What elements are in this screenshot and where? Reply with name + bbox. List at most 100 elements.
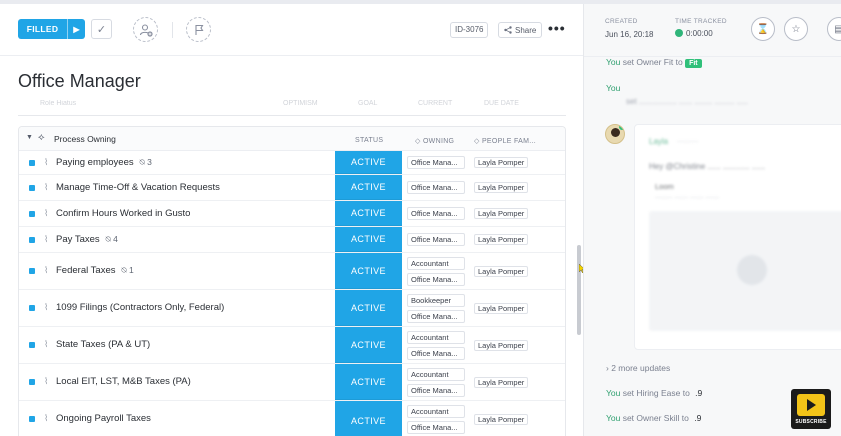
column-header-status[interactable]: STATUS: [355, 137, 383, 144]
task-id-badge[interactable]: ID-3076: [450, 22, 489, 38]
group-title[interactable]: Process Owning: [54, 134, 116, 144]
owning-cell[interactable]: Office Mana...: [407, 156, 465, 169]
time-tracked-value[interactable]: 0:00:00: [675, 29, 713, 38]
people-cell[interactable]: Layla Pomper: [474, 156, 532, 168]
status-cell[interactable]: ACTIVE: [335, 151, 402, 174]
owning-cell[interactable]: Office Mana...: [407, 233, 465, 246]
people-cell[interactable]: Layla Pomper: [474, 413, 532, 425]
table-row[interactable]: ⌇ State Taxes (PA & UT) ACTIVE Accountan…: [19, 327, 565, 364]
task-name[interactable]: Ongoing Payroll Taxes: [56, 413, 151, 424]
activity-text: set Hiring Ease to: [620, 388, 693, 398]
table-row[interactable]: ⌇ Pay Taxes ⍉ 4 ACTIVE Office Mana... Lay…: [19, 227, 565, 253]
next-status-arrow-icon[interactable]: ▶: [67, 19, 85, 39]
section-divider: [18, 115, 566, 116]
status-dot: [29, 160, 35, 166]
more-updates-link[interactable]: › 2 more updates: [606, 363, 670, 373]
subtask-icon: ⌇: [44, 376, 49, 386]
status-dot: [29, 268, 35, 274]
subtask-icon: ⌇: [44, 182, 49, 192]
owning-tag: Office Mana...: [407, 347, 465, 360]
priority-flag-icon[interactable]: [186, 17, 211, 42]
task-name[interactable]: Pay Taxes ⍉ 4: [56, 234, 118, 245]
status-cell[interactable]: ACTIVE: [335, 290, 402, 326]
time-tracked-text: 0:00:00: [686, 29, 713, 38]
scrollbar-thumb[interactable]: [577, 245, 581, 335]
page-title[interactable]: Office Manager: [18, 71, 141, 92]
share-button[interactable]: Share: [498, 22, 543, 38]
play-timer-icon[interactable]: [675, 29, 683, 37]
subscribe-text: SUBSCRIBE: [795, 419, 827, 425]
table-row[interactable]: ⌇ 1099 Filings (Contractors Only, Federa…: [19, 290, 565, 327]
person-tag: Layla Pomper: [474, 340, 529, 351]
video-embed[interactable]: [649, 211, 841, 331]
subtask-icon: ⌇: [44, 157, 49, 167]
subscribe-badge[interactable]: SUBSCRIBE: [791, 389, 831, 429]
relationship-icon: ⟡: [38, 132, 45, 143]
task-name-text: Paying employees: [56, 157, 134, 168]
owning-tag: Accountant: [407, 257, 465, 270]
people-cell[interactable]: Layla Pomper: [474, 181, 532, 193]
owning-cell[interactable]: Accountant Office Mana...: [407, 331, 465, 360]
column-header-people[interactable]: ◇ PEOPLE FAM...: [474, 137, 536, 145]
task-name[interactable]: State Taxes (PA & UT): [56, 339, 150, 350]
table-row[interactable]: ⌇ Federal Taxes ⍉ 1 ACTIVE Accountant Off…: [19, 253, 565, 290]
table-row[interactable]: ⌇ Paying employees ⍉ 3 ACTIVE Office Mana…: [19, 151, 565, 175]
person-tag: Layla Pomper: [474, 377, 529, 388]
table-row[interactable]: ⌇ Ongoing Payroll Taxes ACTIVE Accountan…: [19, 401, 565, 436]
task-name[interactable]: Paying employees ⍉ 3: [56, 157, 152, 168]
column-header-owning[interactable]: ◇ OWNING: [415, 137, 454, 145]
owning-tag: Bookkeeper: [407, 294, 465, 307]
task-name[interactable]: 1099 Filings (Contractors Only, Federal): [56, 302, 224, 313]
subtask-count-value: 1: [128, 265, 134, 275]
owning-cell[interactable]: Office Mana...: [407, 207, 465, 220]
task-name[interactable]: Local EIT, LST, M&B Taxes (PA): [56, 376, 191, 387]
people-cell[interactable]: Layla Pomper: [474, 302, 532, 314]
table-row[interactable]: ⌇ Manage Time-Off & Vacation Requests AC…: [19, 175, 565, 201]
activity-blurred-text: set ................. ...... ........ ..…: [626, 97, 748, 106]
table-row[interactable]: ⌇ Local EIT, LST, M&B Taxes (PA) ACTIVE …: [19, 364, 565, 401]
owning-cell[interactable]: Accountant Office Mana...: [407, 405, 465, 434]
status-cell[interactable]: ACTIVE: [335, 401, 402, 436]
person-tag: Layla Pomper: [474, 157, 529, 168]
owning-cell[interactable]: Office Mana...: [407, 181, 465, 194]
faded-previous-header: Role Hiatus OPTIMISM GOAL CURRENT DUE DA…: [18, 98, 566, 112]
hourglass-icon[interactable]: ⌛: [751, 17, 775, 41]
status-button-label: FILLED: [26, 24, 59, 34]
people-cell[interactable]: Layla Pomper: [474, 376, 532, 388]
status-cell[interactable]: ACTIVE: [335, 175, 402, 200]
complete-checkmark-icon[interactable]: ✓: [91, 19, 112, 39]
owning-cell[interactable]: Bookkeeper Office Mana...: [407, 294, 465, 323]
status-button[interactable]: FILLED ▶: [18, 19, 85, 39]
status-dot: [29, 185, 35, 191]
star-badge-icon[interactable]: ☆: [784, 17, 808, 41]
more-options-icon[interactable]: •••: [548, 20, 566, 36]
task-name[interactable]: Confirm Hours Worked in Gusto: [56, 208, 190, 219]
status-cell[interactable]: ACTIVE: [335, 201, 402, 226]
people-cell[interactable]: Layla Pomper: [474, 233, 532, 245]
person-tag: Layla Pomper: [474, 303, 529, 314]
collapse-caret-icon[interactable]: ▼: [26, 134, 33, 141]
status-cell[interactable]: ACTIVE: [335, 327, 402, 363]
task-name[interactable]: Manage Time-Off & Vacation Requests: [56, 182, 220, 193]
faded-col-2: GOAL: [358, 100, 378, 107]
status-cell[interactable]: ACTIVE: [335, 227, 402, 252]
task-name[interactable]: Federal Taxes ⍉ 1: [56, 265, 134, 276]
owning-cell[interactable]: Accountant Office Mana...: [407, 368, 465, 397]
process-owning-group: ▼ ⟡ Process Owning STATUS ◇ OWNING ◇ PEO…: [18, 126, 566, 436]
status-dot: [29, 237, 35, 243]
table-row[interactable]: ⌇ Confirm Hours Worked in Gusto ACTIVE O…: [19, 201, 565, 227]
owning-cell[interactable]: Accountant Office Mana...: [407, 257, 465, 286]
comment-card[interactable]: Layla ........... Hey @Christine ...... …: [634, 124, 841, 350]
avatar[interactable]: [605, 124, 625, 144]
document-icon[interactable]: ▤: [827, 17, 841, 41]
status-cell[interactable]: ACTIVE: [335, 364, 402, 400]
people-cell[interactable]: Layla Pomper: [474, 265, 532, 277]
status-cell[interactable]: ACTIVE: [335, 253, 402, 289]
people-cell[interactable]: Layla Pomper: [474, 339, 532, 351]
activity-value: .9: [695, 388, 703, 398]
people-label: PEOPLE FAM...: [481, 138, 537, 145]
owning-tag: Office Mana...: [407, 156, 465, 169]
play-icon[interactable]: [737, 255, 767, 285]
assign-user-icon[interactable]: [133, 17, 158, 42]
people-cell[interactable]: Layla Pomper: [474, 207, 532, 219]
